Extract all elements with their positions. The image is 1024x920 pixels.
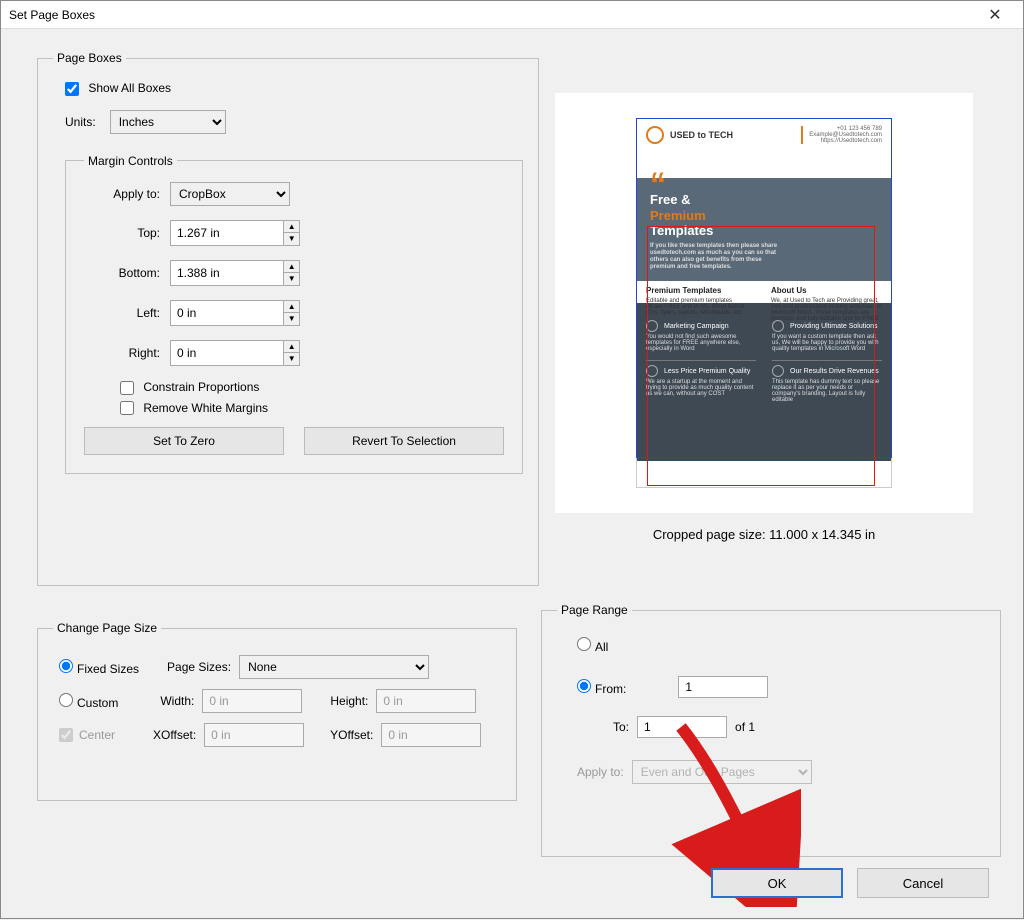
range-apply-to-select: Even and Odd Pages (632, 760, 812, 784)
close-icon[interactable]: ✕ (975, 1, 1015, 29)
ok-button[interactable]: OK (711, 868, 843, 898)
margin-right-label: Right: (84, 346, 170, 360)
remove-white-margins-checkbox[interactable] (120, 401, 134, 415)
chevron-down-icon[interactable]: ▼ (284, 233, 299, 245)
chevron-up-icon[interactable]: ▲ (284, 341, 299, 354)
margin-controls-group: Margin Controls Apply to: CropBox Top: ▲… (65, 154, 523, 475)
chevron-down-icon[interactable]: ▼ (284, 313, 299, 325)
units-row: Units: Inches (65, 110, 523, 134)
height-label: Height: (330, 694, 368, 708)
from-input[interactable] (678, 676, 768, 698)
chevron-up-icon[interactable]: ▲ (284, 221, 299, 234)
fixed-sizes-radio-label[interactable]: Fixed Sizes (59, 659, 139, 676)
height-input (376, 689, 476, 713)
chevron-down-icon[interactable]: ▼ (284, 273, 299, 285)
page-range-group: Page Range All From: To: of 1 Apply to: … (541, 603, 1001, 857)
from-radio-label[interactable]: From: (577, 679, 626, 696)
show-all-boxes-checkbox[interactable] (65, 82, 79, 96)
chevron-down-icon[interactable]: ▼ (284, 353, 299, 365)
window-title: Set Page Boxes (9, 8, 975, 22)
all-radio-label[interactable]: All (577, 637, 608, 654)
dialog-actions: OK Cancel (711, 868, 989, 898)
margin-bottom-label: Bottom: (84, 266, 170, 280)
preview-page: USED to TECH +01 123 456 789 Example@Use… (636, 118, 892, 488)
margin-right-input[interactable] (171, 341, 283, 365)
margin-controls-legend: Margin Controls (84, 154, 177, 168)
to-label: To: (613, 720, 629, 734)
page-boxes-legend: Page Boxes (53, 51, 126, 65)
chevron-up-icon[interactable]: ▲ (284, 261, 299, 274)
custom-radio-label[interactable]: Custom (59, 693, 118, 710)
titlebar: Set Page Boxes ✕ (1, 1, 1023, 29)
revert-to-selection-button[interactable]: Revert To Selection (304, 427, 504, 455)
margin-left-spinner[interactable]: ▲▼ (170, 300, 300, 326)
margin-left-label: Left: (84, 306, 170, 320)
apply-to-label: Apply to: (84, 187, 170, 201)
of-label: of 1 (735, 720, 755, 734)
crop-box-overlay (647, 226, 875, 486)
yoffset-input (381, 723, 481, 747)
to-input[interactable] (637, 716, 727, 738)
chevron-up-icon[interactable]: ▲ (284, 301, 299, 314)
width-label: Width: (160, 694, 194, 708)
page-sizes-label: Page Sizes: (167, 660, 231, 674)
custom-radio[interactable] (59, 693, 73, 707)
apply-to-select[interactable]: CropBox (170, 182, 290, 206)
set-to-zero-button[interactable]: Set To Zero (84, 427, 284, 455)
xoffset-input (204, 723, 304, 747)
margin-left-input[interactable] (171, 301, 283, 325)
dialog-content: Page Boxes Show All Boxes Units: Inches … (1, 29, 1023, 920)
all-radio[interactable] (577, 637, 591, 651)
dialog-window: Set Page Boxes ✕ Page Boxes Show All Box… (0, 0, 1024, 919)
xoffset-label: XOffset: (153, 728, 196, 742)
center-checkbox-label: Center (59, 728, 115, 743)
remove-white-margins-label: Remove White Margins (143, 401, 268, 415)
change-page-size-legend: Change Page Size (53, 621, 161, 635)
width-input (202, 689, 302, 713)
spinner-arrows: ▲ ▼ (283, 221, 299, 245)
units-label: Units: (65, 115, 96, 129)
fixed-sizes-radio[interactable] (59, 659, 73, 673)
yoffset-label: YOffset: (330, 728, 373, 742)
show-all-boxes-label: Show All Boxes (88, 81, 171, 95)
constrain-proportions-checkbox[interactable] (120, 381, 134, 395)
margin-right-spinner[interactable]: ▲▼ (170, 340, 300, 366)
page-range-legend: Page Range (557, 603, 632, 617)
page-boxes-group: Page Boxes Show All Boxes Units: Inches … (37, 51, 539, 586)
range-apply-to-label: Apply to: (577, 765, 624, 779)
from-radio[interactable] (577, 679, 591, 693)
margin-top-label: Top: (84, 226, 170, 240)
cropped-page-size-label: Cropped page size: 11.000 x 14.345 in (555, 527, 973, 542)
cancel-button[interactable]: Cancel (857, 868, 989, 898)
center-checkbox (59, 728, 73, 742)
change-page-size-group: Change Page Size Fixed Sizes Page Sizes:… (37, 621, 517, 801)
constrain-proportions-label: Constrain Proportions (143, 380, 259, 394)
page-preview: USED to TECH +01 123 456 789 Example@Use… (555, 93, 973, 513)
margin-top-spinner[interactable]: ▲ ▼ (170, 220, 300, 246)
margin-top-input[interactable] (171, 221, 283, 245)
show-all-boxes-row: Show All Boxes (65, 81, 523, 96)
units-select[interactable]: Inches (110, 110, 226, 134)
margin-bottom-spinner[interactable]: ▲▼ (170, 260, 300, 286)
margin-bottom-input[interactable] (171, 261, 283, 285)
page-sizes-select[interactable]: None (239, 655, 429, 679)
